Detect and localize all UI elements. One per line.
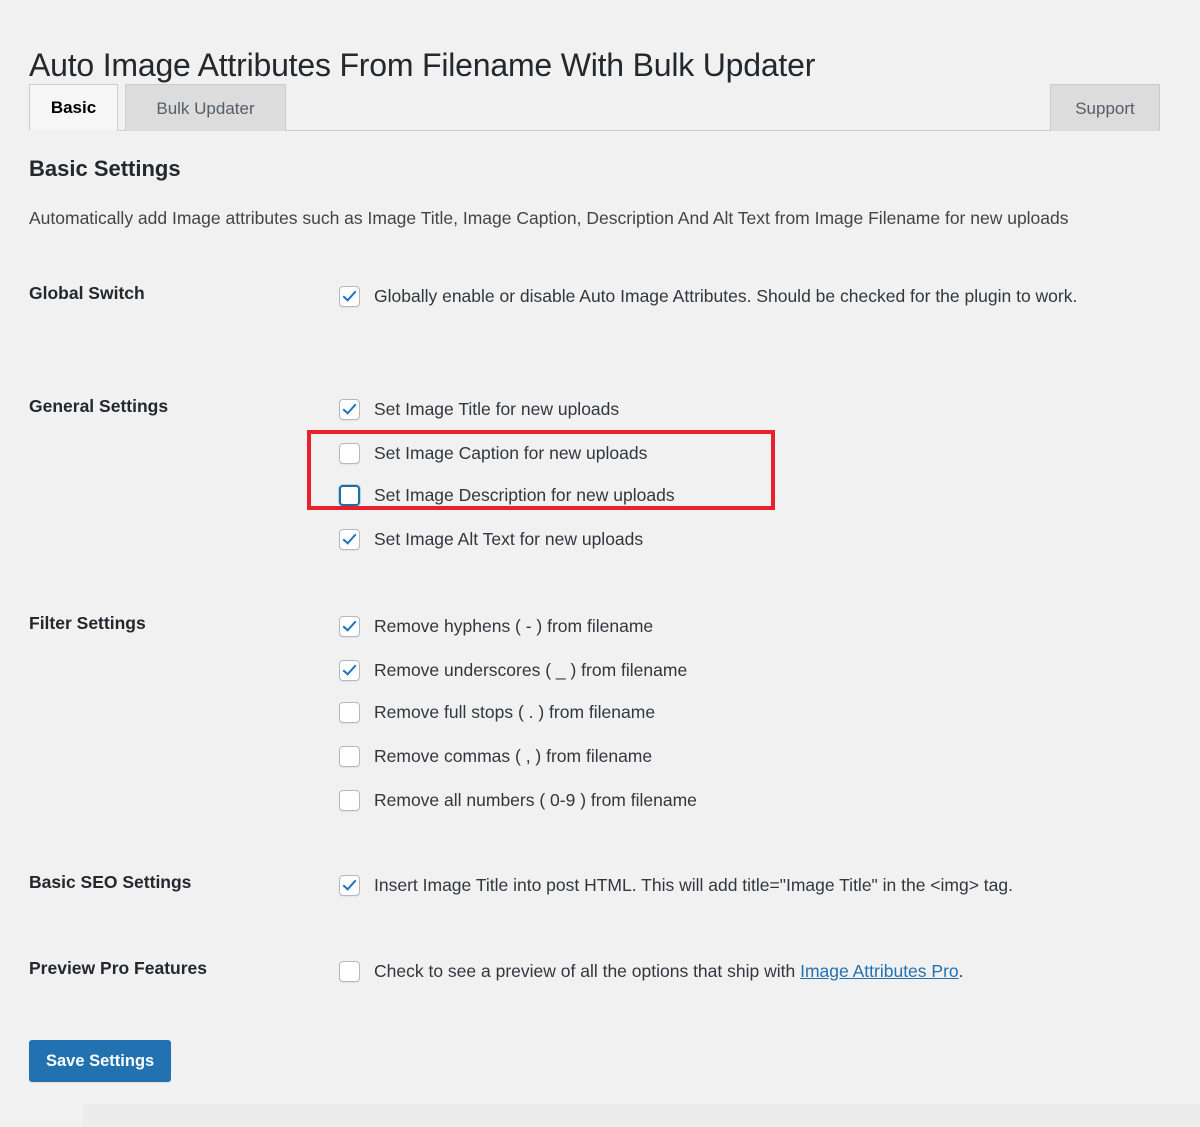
row-label-general-settings: General Settings [29,396,169,416]
option-remove-underscores[interactable]: Remove underscores ( _ ) from filename [339,657,687,684]
save-settings-button[interactable]: Save Settings [29,1040,172,1082]
option-remove-commas-label: Remove commas ( , ) from filename [374,746,653,766]
option-set-image-title[interactable]: Set Image Title for new uploads [339,396,619,423]
checkbox-preview-pro-features[interactable] [339,961,360,982]
checkbox-remove-commas[interactable] [339,746,360,767]
option-set-image-alt-text-label: Set Image Alt Text for new uploads [374,529,644,549]
row-label-preview-pro-features: Preview Pro Features [29,958,207,978]
tab-bar: Basic Bulk Updater Support [29,83,1160,131]
option-global-switch[interactable]: Globally enable or disable Auto Image At… [339,283,1169,310]
option-set-image-alt-text[interactable]: Set Image Alt Text for new uploads [339,526,643,553]
option-insert-image-title-label: Insert Image Title into post HTML. This … [374,875,1013,895]
option-insert-image-title[interactable]: Insert Image Title into post HTML. This … [339,872,1013,899]
bottom-divider [83,1104,1200,1127]
tab-bulk-updater[interactable]: Bulk Updater [125,84,286,131]
option-remove-all-numbers[interactable]: Remove all numbers ( 0-9 ) from filename [339,787,697,814]
option-global-switch-label: Globally enable or disable Auto Image At… [374,286,1078,306]
checkbox-remove-full-stops[interactable] [339,702,360,723]
tab-basic-label: Basic [50,98,97,117]
option-set-image-description[interactable]: Set Image Description for new uploads [339,482,675,509]
plugin-settings-page: Auto Image Attributes From Filename With… [0,0,1200,1127]
option-remove-hyphens[interactable]: Remove hyphens ( - ) from filename [339,613,653,640]
tab-support-label: Support [1075,98,1135,118]
checkbox-global-switch[interactable] [339,286,360,307]
tab-bulk-updater-label: Bulk Updater [156,98,255,118]
option-set-image-caption[interactable]: Set Image Caption for new uploads [339,440,647,467]
tab-basic[interactable]: Basic [29,84,118,131]
option-set-image-caption-label: Set Image Caption for new uploads [374,443,648,463]
option-preview-pro-suffix: . [958,961,964,981]
checkbox-remove-all-numbers[interactable] [339,790,360,811]
option-remove-hyphens-label: Remove hyphens ( - ) from filename [374,616,654,636]
checkbox-remove-underscores[interactable] [339,660,360,681]
section-heading: Basic Settings [29,156,181,181]
row-label-global-switch: Global Switch [29,283,145,303]
option-remove-full-stops-label: Remove full stops ( . ) from filename [374,702,656,722]
image-attributes-pro-link[interactable]: Image Attributes Pro [800,961,959,981]
checkbox-set-image-alt-text[interactable] [339,529,360,550]
row-label-basic-seo-settings: Basic SEO Settings [29,872,192,892]
option-set-image-title-label: Set Image Title for new uploads [374,399,620,419]
tab-support[interactable]: Support [1050,84,1160,131]
page-title: Auto Image Attributes From Filename With… [29,47,816,84]
checkbox-remove-hyphens[interactable] [339,616,360,637]
checkbox-set-image-caption[interactable] [339,443,360,464]
section-description: Automatically add Image attributes such … [29,208,1069,228]
checkbox-insert-image-title[interactable] [339,875,360,896]
option-preview-pro-features-label: Check to see a preview of all the option… [360,958,964,985]
option-preview-pro-features[interactable]: Check to see a preview of all the option… [339,958,964,985]
option-remove-underscores-label: Remove underscores ( _ ) from filename [374,660,688,680]
checkbox-set-image-title[interactable] [339,399,360,420]
option-set-image-description-label: Set Image Description for new uploads [374,485,675,505]
row-label-filter-settings: Filter Settings [29,613,146,633]
checkbox-set-image-description[interactable] [339,485,360,506]
option-remove-all-numbers-label: Remove all numbers ( 0-9 ) from filename [374,790,697,810]
option-remove-full-stops[interactable]: Remove full stops ( . ) from filename [339,699,655,726]
option-remove-commas[interactable]: Remove commas ( , ) from filename [339,743,652,770]
option-preview-pro-prefix: Check to see a preview of all the option… [374,961,801,981]
